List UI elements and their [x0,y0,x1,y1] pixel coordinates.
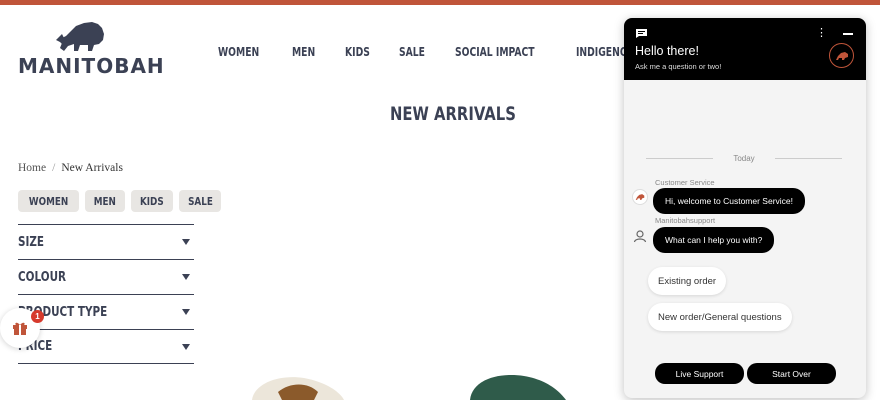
nav-item-sale[interactable]: SALE [399,44,425,59]
nav-item-social-impact[interactable]: SOCIAL IMPACT [455,44,535,59]
chip-label: WOMEN [28,194,69,208]
chip-women[interactable]: WOMEN [18,190,80,212]
filter-product-type[interactable]: PRODUCT TYPE [18,294,194,329]
brand-avatar [829,43,854,68]
bison-logo-icon [835,51,848,60]
category-chips: WOMEN MEN KIDS SALE [18,190,222,212]
chat-header: Hello there! Ask me a question or two! ⋮ [624,18,866,80]
chat-title: Hello there! [635,44,699,58]
day-separator: Today [646,154,843,163]
filter-label: SIZE [18,234,45,250]
nav-item-kids[interactable]: KIDS [345,44,370,59]
divider [646,158,714,159]
chip-label: SALE [187,194,213,208]
nav-item-men[interactable]: MEN [292,44,315,59]
option-new-order[interactable]: New order/General questions [648,303,792,331]
chevron-down-icon [182,343,190,350]
chevron-down-icon [182,274,190,280]
chat-message: Hi, welcome to Customer Service! [653,188,806,214]
gift-icon [13,322,27,335]
product-image-moccasin-green[interactable] [468,370,568,400]
minimize-icon[interactable] [843,33,853,35]
chat-message: What can I help you with? [653,227,775,253]
chat-subtitle: Ask me a question or two! [635,62,722,71]
notification-badge: 1 [31,310,44,323]
top-accent-bar [0,0,880,5]
more-options-icon[interactable]: ⋮ [816,28,827,39]
filter-colour[interactable]: COLOUR [18,259,194,294]
customer-service-avatar [632,189,648,205]
chip-label: MEN [93,194,117,208]
brand-logo[interactable]: MANITOBAH [18,18,164,78]
bison-logo-icon [56,22,104,51]
page-title: NEW ARRIVALS [390,103,516,125]
nav-item-women[interactable]: WOMEN [218,44,259,59]
chevron-down-icon [182,239,190,245]
user-icon [633,230,647,243]
breadcrumb-current: New Arrivals [61,162,123,174]
filter-panel: SIZE COLOUR PRODUCT TYPE PRICE [18,224,194,364]
chat-bubble-icon [636,29,647,38]
live-support-button[interactable]: Live Support [655,363,744,384]
message-sender: Customer Service [655,178,715,187]
chat-widget: Hello there! Ask me a question or two! ⋮… [624,18,866,398]
divider [774,158,843,159]
breadcrumb: Home / New Arrivals [18,162,123,174]
option-existing-order[interactable]: Existing order [648,267,727,295]
chip-label: KIDS [139,194,164,208]
chevron-down-icon [182,309,190,315]
chip-kids[interactable]: KIDS [130,190,173,212]
message-sender: Manitobahsupport [655,216,716,225]
chip-sale[interactable]: SALE [178,190,222,212]
breadcrumb-home[interactable]: Home [18,162,46,174]
product-image-moccasin-cream[interactable] [248,370,348,400]
filter-size[interactable]: SIZE [18,224,194,259]
chip-men[interactable]: MEN [85,190,125,212]
start-over-button[interactable]: Start Over [747,363,836,384]
filter-label: COLOUR [18,269,67,285]
day-label: Today [733,154,755,163]
filter-price[interactable]: PRICE [18,329,194,364]
agent-avatar [632,228,648,244]
breadcrumb-separator: / [52,162,56,174]
brand-name: MANITOBAH [18,54,165,78]
bison-logo-icon [635,194,645,200]
